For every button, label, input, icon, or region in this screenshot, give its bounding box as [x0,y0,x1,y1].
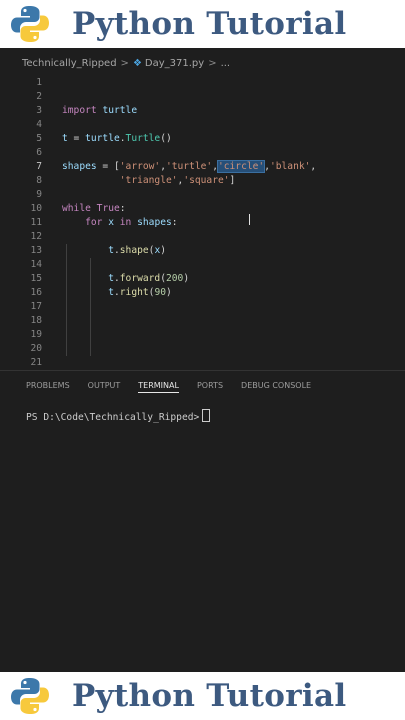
code-text: t.forward(200) [108,273,190,284]
line-number: 10 [30,203,42,214]
python-logo-icon [11,678,49,714]
tab-problems[interactable]: PROBLEMS [26,381,70,393]
tab-ports[interactable]: PORTS [197,381,223,393]
banner-title: Python Tutorial [72,678,347,714]
line-number: 11 [30,217,42,228]
code-text: for x in shapes: [85,217,178,228]
code-text: t.shape(x) [108,245,167,256]
line-number: 2 [36,91,42,102]
line-number: 21 [30,357,42,368]
breadcrumb-folder[interactable]: Technically_Ripped [22,58,117,69]
code-text: while True: [62,203,126,214]
terminal-prompt: PS D:\Code\Technically_Ripped> [26,412,200,423]
terminal-cursor [202,409,211,422]
line-number: 17 [30,301,42,312]
line-number: 16 [30,287,42,298]
text-cursor-icon [249,214,250,225]
line-number: 12 [30,231,42,242]
line-number: 3 [36,105,42,116]
python-logo-icon [11,6,49,42]
line-number: 6 [36,147,42,158]
line-number: 4 [36,119,42,130]
code-text: 'triangle','square'] [119,175,236,186]
breadcrumb: Technically_Ripped > ❖ Day_371.py >... [22,58,230,69]
line-number: 9 [36,189,42,200]
code-editor[interactable]: Technically_Ripped > ❖ Day_371.py >... 1 2 3… [0,48,405,673]
bottom-banner: Python Tutorial [0,672,405,720]
breadcrumb-file[interactable]: Day_371.py [145,58,204,69]
code-text: t = turtle.Turtle() [62,133,172,144]
line-number: 7 [36,161,42,172]
panel-tabs: PROBLEMS OUTPUT TERMINAL PORTS DEBUG CON… [26,381,329,393]
code-text: import turtle [62,105,138,116]
line-number: 1 [36,77,42,88]
line-number: 13 [30,245,42,256]
line-number: 5 [36,133,42,144]
line-number: 19 [30,329,42,340]
chevron-right-icon: > [120,58,129,69]
line-number: 8 [36,175,42,186]
line-number: 15 [30,273,42,284]
tab-output[interactable]: OUTPUT [88,381,121,393]
banner-title: Python Tutorial [72,6,347,42]
tab-debug-console[interactable]: DEBUG CONSOLE [241,381,311,393]
code-text: shapes = ['arrow','turtle','circle','bla… [62,160,317,173]
chevron-right-icon: > [208,58,217,69]
tab-terminal[interactable]: TERMINAL [138,381,179,393]
indent-guide [66,244,67,356]
terminal-input[interactable]: PS D:\Code\Technically_Ripped> [26,409,211,423]
line-number: 14 [30,259,42,270]
python-file-icon: ❖ [132,58,142,69]
line-number: 20 [30,343,42,354]
top-banner: Python Tutorial [0,0,405,48]
code-text: t.right(90) [108,287,172,298]
breadcrumb-more[interactable]: ... [221,58,231,69]
line-number: 18 [30,315,42,326]
bottom-panel: PROBLEMS OUTPUT TERMINAL PORTS DEBUG CON… [0,370,405,673]
